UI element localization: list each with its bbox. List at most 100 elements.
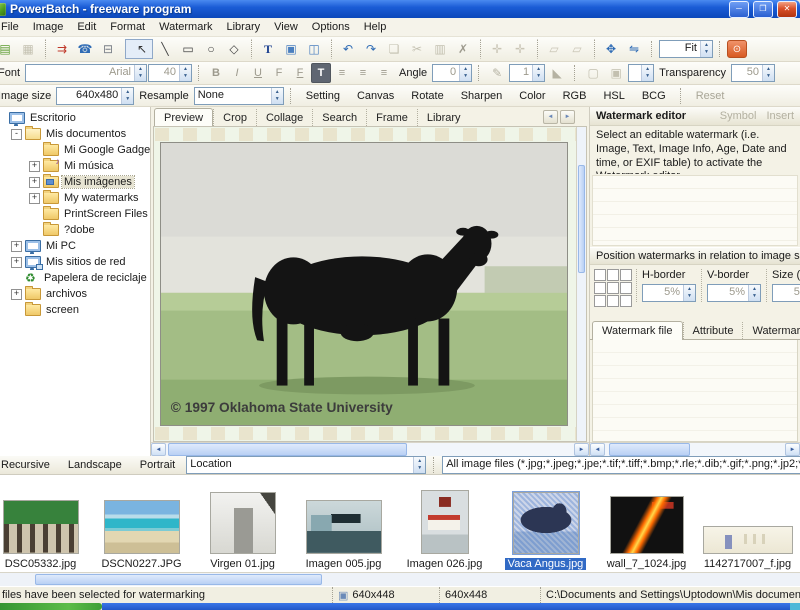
menu-item[interactable]: Help: [357, 19, 394, 35]
thumbnail-image[interactable]: [420, 490, 469, 554]
spinner-buttons[interactable]: [134, 65, 147, 81]
fill-bucket-icon[interactable]: ◣: [546, 63, 568, 83]
line-tool-icon[interactable]: ╲: [154, 39, 176, 59]
spinner-buttons[interactable]: [121, 87, 134, 104]
position-checkbox[interactable]: [594, 281, 606, 294]
thumbnail-item[interactable]: Imagen 026.jpg: [394, 478, 495, 572]
spinner-buttons[interactable]: [683, 284, 695, 301]
group-icon[interactable]: ▱: [537, 39, 565, 59]
image-watermark-icon[interactable]: ▣: [280, 39, 302, 59]
tab-scroll-left-button[interactable]: ◄: [543, 110, 558, 124]
thumbnail-item[interactable]: Virgen 01.jpg: [192, 478, 293, 572]
menu-item[interactable]: Watermark: [152, 19, 219, 35]
filter-toggle-button[interactable]: Landscape: [59, 458, 131, 472]
spinner-buttons[interactable]: [641, 65, 654, 81]
tree-item[interactable]: + My watermarks: [0, 190, 150, 206]
transparency-spinner[interactable]: 50: [731, 64, 775, 82]
thumbnail-item[interactable]: DSC05332.jpg: [0, 478, 91, 572]
pen-icon[interactable]: ✎: [486, 63, 508, 83]
preview-tab[interactable]: Crop: [213, 109, 256, 126]
system-tray[interactable]: [790, 603, 800, 610]
cut-icon[interactable]: ✂: [406, 39, 428, 59]
polygon-tool-icon[interactable]: ◇: [223, 39, 245, 59]
windows-taskbar[interactable]: [0, 603, 800, 610]
v-border-spinner[interactable]: 5%: [707, 283, 761, 302]
tree-item[interactable]: + archivos: [0, 286, 150, 302]
align-left-icon[interactable]: ≡: [332, 63, 352, 83]
menu-item[interactable]: Library: [220, 19, 268, 35]
preview-tab[interactable]: Library: [416, 109, 470, 126]
menu-item[interactable]: Image: [26, 19, 71, 35]
menu-item[interactable]: Edit: [70, 19, 103, 35]
watermark-file-list[interactable]: [592, 339, 798, 442]
watermark-tab[interactable]: Watermark file: [592, 320, 683, 340]
align-vertical-icon[interactable]: ✛: [509, 39, 531, 59]
preview-tab[interactable]: Collage: [255, 109, 312, 126]
move-icon[interactable]: ✥: [594, 39, 622, 59]
preview-tab[interactable]: Search: [312, 109, 366, 126]
style-spinner[interactable]: [628, 64, 655, 82]
thumbnail-image[interactable]: [609, 496, 684, 554]
power-button[interactable]: ⊙: [727, 40, 747, 58]
print-icon[interactable]: ⊟: [97, 39, 119, 59]
adjust-button[interactable]: BCG: [634, 88, 674, 104]
rename-icon[interactable]: ☎: [74, 39, 96, 59]
stroke-width-spinner[interactable]: 1: [509, 64, 546, 82]
batch-convert-icon[interactable]: ⇉: [45, 39, 73, 59]
flip-icon[interactable]: ⇋: [623, 39, 645, 59]
preview-image[interactable]: © 1997 Oklahoma State University: [160, 142, 568, 426]
menu-item[interactable]: Format: [103, 19, 152, 35]
paste-icon[interactable]: ▥: [429, 39, 451, 59]
image-size-spinner[interactable]: 640x480: [56, 86, 135, 105]
align-horizontal-icon[interactable]: ✛: [480, 39, 508, 59]
scrollbar-thumb[interactable]: [35, 574, 322, 585]
font-color-button[interactable]: F: [269, 63, 289, 83]
tree-item[interactable]: + Mis imágenes: [0, 174, 150, 190]
spinner-buttons[interactable]: [532, 65, 545, 81]
position-checkbox[interactable]: [594, 268, 606, 281]
spinner-buttons[interactable]: [179, 65, 192, 81]
scrollbar-thumb[interactable]: [168, 443, 407, 456]
thumbnail-image[interactable]: [702, 526, 793, 554]
scroll-right-button[interactable]: ►: [574, 443, 589, 456]
save-icon[interactable]: ▦: [17, 39, 39, 59]
adjust-button[interactable]: Rotate: [403, 88, 451, 104]
watermark-list-scrollbar[interactable]: ◄ ►: [590, 442, 800, 456]
watermark-tab[interactable]: Attribute: [682, 321, 743, 339]
maximize-button[interactable]: ❐: [753, 0, 773, 18]
rectangle-tool-icon[interactable]: ▭: [177, 39, 199, 59]
spinner-buttons[interactable]: [459, 65, 472, 81]
ellipse-tool-icon[interactable]: ○: [200, 39, 222, 59]
align-right-icon[interactable]: ≡: [374, 63, 394, 83]
symbol-button[interactable]: Symbol: [720, 110, 757, 122]
text-mode-button[interactable]: T: [311, 63, 332, 83]
bold-button[interactable]: B: [206, 63, 226, 83]
tree-item[interactable]: Papelera de reciclaje: [0, 270, 150, 286]
tree-item[interactable]: + Mi música: [0, 156, 150, 174]
select-tool-icon[interactable]: ↖: [125, 39, 153, 59]
tree-expander[interactable]: +: [29, 192, 40, 204]
tree-expander[interactable]: +: [11, 240, 22, 252]
preview-tab[interactable]: Preview: [154, 108, 214, 127]
menu-item[interactable]: File: [0, 19, 26, 35]
resample-select[interactable]: None: [193, 86, 284, 105]
close-button[interactable]: ✕: [777, 0, 797, 18]
italic-button[interactable]: I: [227, 63, 247, 83]
adjust-button[interactable]: RGB: [555, 88, 595, 104]
thumbnail-item[interactable]: wall_7_1024.jpg: [596, 478, 697, 572]
tree-item[interactable]: - Mis documentos: [0, 126, 150, 142]
preview-area[interactable]: © 1997 Oklahoma State University: [153, 126, 587, 442]
preview-horizontal-scrollbar[interactable]: ◄ ►: [151, 442, 589, 456]
position-checkbox[interactable]: [607, 268, 619, 281]
tree-expander[interactable]: +: [29, 160, 40, 172]
filter-toggle-button[interactable]: Recursive: [0, 458, 59, 472]
file-filter-select[interactable]: All image files (*.jpg;*.jpeg;*.jpe;*.ti…: [442, 456, 800, 474]
font-size-spinner[interactable]: 40: [148, 64, 193, 82]
tree-expander[interactable]: -: [11, 128, 22, 140]
tree-item[interactable]: ?dobe: [0, 222, 150, 238]
title-bar[interactable]: PowerBatch - freeware program ─ ❐ ✕: [0, 0, 800, 18]
tab-scroll-right-button[interactable]: ►: [560, 110, 575, 124]
watermark-editor-canvas[interactable]: [592, 175, 798, 246]
scroll-left-button[interactable]: ◄: [590, 443, 605, 456]
tree-item[interactable]: + Mis sitios de red: [0, 254, 150, 270]
